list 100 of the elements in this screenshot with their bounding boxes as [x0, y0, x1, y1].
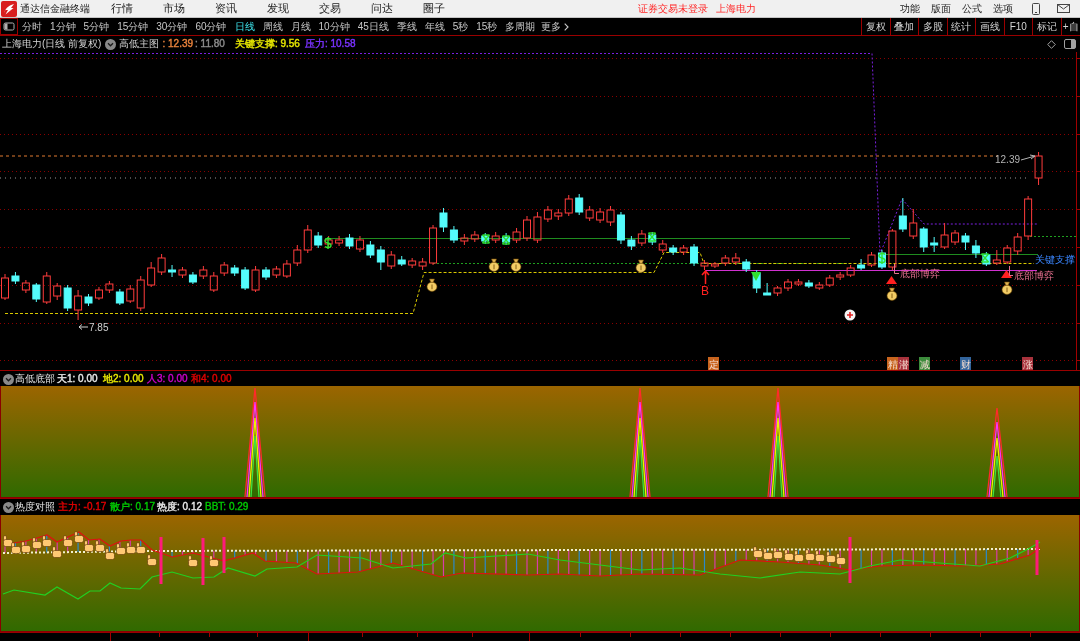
menu-item[interactable]: 行情 — [111, 1, 133, 16]
pointing-hand-icon — [63, 535, 73, 547]
mail-icon[interactable] — [1057, 4, 1070, 13]
period-tab[interactable]: 周线 — [262, 19, 283, 34]
toolbar-button[interactable]: 标记 — [1032, 18, 1061, 35]
toolbar-button[interactable]: 统计 — [946, 18, 975, 35]
menu-item[interactable]: 市场 — [163, 1, 185, 16]
candlestick — [303, 224, 312, 254]
indicator-reading: 和4: 0.00 — [191, 373, 232, 385]
pointing-hand-icon — [11, 542, 21, 554]
pointing-hand-icon — [105, 548, 115, 560]
candlestick — [157, 253, 166, 276]
leader-line — [894, 263, 900, 274]
candlestick — [1024, 195, 1033, 241]
indicator-name: 热度对照 — [15, 501, 55, 513]
candlestick — [836, 271, 845, 281]
pointing-hand-icon — [836, 553, 846, 565]
candlestick — [784, 278, 792, 292]
candlestick — [241, 266, 250, 291]
phone-icon[interactable] — [1032, 2, 1040, 15]
candlestick — [951, 229, 960, 246]
toolbar-button[interactable]: 叠加 — [889, 18, 918, 35]
signal-bar — [222, 537, 226, 573]
indicator-name: 高低底部 — [15, 373, 55, 385]
period-tab[interactable]: 45日线 — [357, 19, 389, 34]
period-tab[interactable]: 日线 — [234, 19, 255, 34]
indicator-reading: 热度: 0.12 — [157, 501, 203, 513]
period-tab[interactable]: 多周期 — [505, 19, 536, 34]
candlestick — [314, 231, 323, 249]
period-tab[interactable]: 30分钟 — [156, 19, 188, 34]
signal-tag: 定 — [708, 357, 719, 370]
candlestick — [220, 261, 229, 277]
menu-item[interactable]: 发现 — [267, 1, 289, 16]
more-tab[interactable]: 更多 — [541, 19, 562, 34]
candlestick — [168, 264, 177, 278]
hourglass-icon — [647, 232, 657, 242]
candlestick — [846, 264, 855, 278]
indicator-reading: 地2: 0.00 — [103, 373, 144, 385]
low-price-label: 7.85 — [89, 322, 109, 333]
toolbar-link[interactable]: 选项 — [993, 1, 1013, 16]
toolbar-button[interactable]: 复权 — [861, 18, 890, 35]
high-price-label: 12.39 — [995, 154, 1021, 165]
candlestick — [188, 271, 197, 285]
pointing-hand-icon — [74, 531, 84, 543]
candlestick — [1013, 232, 1022, 256]
period-tab[interactable]: 月线 — [290, 19, 311, 34]
period-tab[interactable]: 5分钟 — [83, 19, 110, 34]
indicator-reading: 关键支撑: 9.56 — [234, 38, 300, 50]
candlestick — [408, 257, 417, 269]
period-tab[interactable]: 分时 — [22, 19, 42, 34]
candlestick — [376, 245, 385, 271]
up-triangle-icon — [1001, 270, 1012, 278]
period-tab[interactable]: 年线 — [424, 19, 445, 34]
menu-item[interactable]: 圈子 — [423, 1, 445, 16]
period-tab[interactable]: 15秒 — [476, 19, 498, 34]
panel-toggle-icon[interactable] — [0, 18, 18, 35]
pointing-hand-icon — [815, 550, 825, 562]
toolbar-link[interactable]: 功能 — [900, 1, 920, 16]
chevron-down-icon[interactable] — [3, 373, 14, 385]
chevron-down-icon[interactable] — [3, 501, 14, 513]
candlestick — [992, 249, 1001, 266]
chevron-right-icon[interactable] — [564, 22, 570, 31]
toolbar-link[interactable]: 公式 — [962, 1, 982, 16]
toolbar-button[interactable]: +自 — [1060, 18, 1080, 35]
candlestick — [512, 227, 521, 244]
period-tab[interactable]: 15分钟 — [117, 19, 149, 34]
candlestick — [460, 233, 469, 246]
candlestick — [773, 285, 782, 297]
candlestick — [491, 231, 500, 244]
toolbar-button[interactable]: 画线 — [975, 18, 1004, 35]
signal-bar — [159, 537, 163, 584]
candlestick — [763, 282, 772, 296]
toolbar-button[interactable]: F10 — [1003, 18, 1032, 35]
hourglass-icon — [980, 253, 990, 263]
indicator-reading: 主力: -0.17 — [58, 501, 107, 513]
pointing-hand-icon — [773, 547, 783, 559]
candlestick — [909, 208, 918, 240]
menu-item[interactable]: 交易 — [319, 1, 341, 16]
candlestick — [251, 265, 260, 293]
candlestick — [11, 271, 20, 285]
menu-item[interactable]: 资讯 — [215, 1, 237, 16]
period-tab[interactable]: 季线 — [396, 19, 417, 34]
chevron-down-icon[interactable] — [105, 38, 117, 50]
app-title: 通达信金融终端 — [20, 1, 90, 16]
period-tab[interactable]: 10分钟 — [318, 19, 350, 34]
money-bag-icon — [488, 258, 500, 272]
toolbar-button[interactable]: 多股 — [918, 18, 947, 35]
period-tab[interactable]: 1分钟 — [50, 19, 76, 34]
period-tab[interactable]: 60分钟 — [195, 19, 227, 34]
pointing-hand-icon — [84, 540, 94, 552]
period-tab[interactable]: 5秒 — [452, 19, 469, 34]
panel-toggle-icon[interactable] — [1064, 39, 1076, 49]
candlestick — [293, 244, 302, 267]
diamond-icon[interactable] — [1047, 39, 1056, 49]
money-bag-icon — [426, 278, 438, 292]
toolbar-link[interactable]: 版面 — [931, 1, 951, 16]
candlestick — [627, 235, 636, 251]
menu-item[interactable]: 问达 — [371, 1, 393, 16]
indicator-reading: 天1: 0.00 — [57, 373, 98, 385]
pointing-hand-icon — [794, 550, 804, 562]
